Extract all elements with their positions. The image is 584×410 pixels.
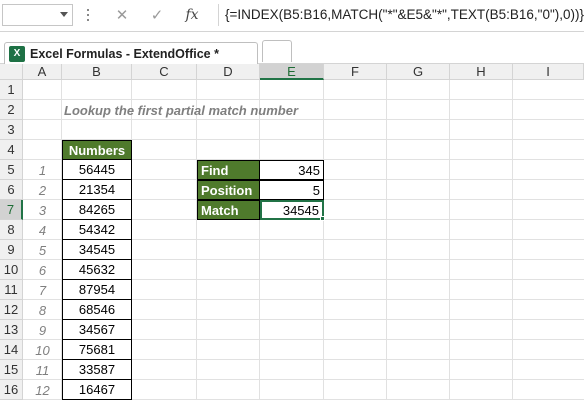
workbook-tab-label: Excel Formulas - ExtendOffice * [30, 46, 219, 61]
row-header-4[interactable]: 4 [0, 140, 23, 160]
column-header-c[interactable]: C [132, 64, 197, 80]
row-header-7[interactable]: 7 [0, 200, 23, 220]
number-cell[interactable]: 68546 [62, 300, 132, 320]
gridline-vertical [259, 80, 260, 400]
column-header-d[interactable]: D [197, 64, 260, 80]
row-header-12[interactable]: 12 [0, 300, 23, 320]
formula-input[interactable]: {=INDEX(B5:B16,MATCH("*"&E5&"*",TEXT(B5:… [218, 4, 584, 26]
column-header-e[interactable]: E [260, 64, 324, 80]
index-cell[interactable]: 4 [23, 220, 62, 240]
gridline-vertical [512, 80, 513, 400]
index-cell[interactable]: 5 [23, 240, 62, 260]
number-cell[interactable]: 87954 [62, 280, 132, 300]
excel-icon: X [9, 45, 25, 62]
fill-handle[interactable] [320, 216, 325, 221]
number-cell[interactable]: 34567 [62, 320, 132, 340]
index-cell[interactable]: 9 [23, 320, 62, 340]
lookup-value-find[interactable]: 345 [260, 160, 324, 180]
name-box-dropdown-icon[interactable] [60, 12, 68, 17]
formula-bar-grip-icon[interactable] [86, 6, 90, 24]
number-cell[interactable]: 75681 [62, 340, 132, 360]
formula-bar: ✕ ✓ fx {=INDEX(B5:B16,MATCH("*"&E5&"*",T… [0, 0, 584, 32]
index-cell[interactable]: 2 [23, 180, 62, 200]
numbers-header[interactable]: Numbers [62, 140, 132, 160]
new-tab-button[interactable] [262, 40, 292, 62]
row-header-9[interactable]: 9 [0, 240, 23, 260]
index-cell[interactable]: 10 [23, 340, 62, 360]
number-cell[interactable]: 16467 [62, 380, 132, 400]
index-cell[interactable]: 7 [23, 280, 62, 300]
number-cell[interactable]: 56445 [62, 160, 132, 180]
row-header-1[interactable]: 1 [0, 80, 23, 100]
number-cell[interactable]: 34545 [62, 240, 132, 260]
lookup-label-position[interactable]: Position [197, 180, 260, 200]
index-cell[interactable]: 3 [23, 200, 62, 220]
column-header-b[interactable]: B [62, 64, 132, 80]
column-header-h[interactable]: H [450, 64, 513, 80]
sheet-title: Lookup the first partial match number [64, 102, 299, 118]
row-header-8[interactable]: 8 [0, 220, 23, 240]
name-box[interactable] [2, 4, 73, 26]
column-header-i[interactable]: I [513, 64, 584, 80]
row-header-16[interactable]: 16 [0, 380, 23, 400]
spreadsheet-grid[interactable]: A B C D E F G H I 1 2 3 4 5 6 7 8 9 10 11 12 13 14 15 16 Lookup t… [0, 64, 584, 410]
gridline-vertical [449, 80, 450, 400]
column-header-a[interactable]: A [23, 64, 62, 80]
gridline-vertical [386, 80, 387, 400]
row-header-13[interactable]: 13 [0, 320, 23, 340]
gridline-vertical [196, 80, 197, 400]
number-cell[interactable]: 33587 [62, 360, 132, 380]
column-header-g[interactable]: G [387, 64, 450, 80]
workbook-tab[interactable]: X Excel Formulas - ExtendOffice * [4, 42, 258, 64]
enter-icon[interactable]: ✓ [145, 4, 169, 26]
index-cell[interactable]: 12 [23, 380, 62, 400]
row-header-6[interactable]: 6 [0, 180, 23, 200]
row-header-10[interactable]: 10 [0, 260, 23, 280]
row-header-2[interactable]: 2 [0, 100, 23, 120]
workbook-tab-bar: X Excel Formulas - ExtendOffice * [0, 32, 584, 64]
number-cell[interactable]: 84265 [62, 200, 132, 220]
number-cell[interactable]: 54342 [62, 220, 132, 240]
column-header-f[interactable]: F [324, 64, 387, 80]
row-header-14[interactable]: 14 [0, 340, 23, 360]
row-header-15[interactable]: 15 [0, 360, 23, 380]
row-header-3[interactable]: 3 [0, 120, 23, 140]
index-cell[interactable]: 6 [23, 260, 62, 280]
lookup-value-position[interactable]: 5 [260, 180, 324, 200]
row-header-5[interactable]: 5 [0, 160, 23, 180]
index-cell[interactable]: 11 [23, 360, 62, 380]
cancel-icon[interactable]: ✕ [110, 4, 134, 26]
index-cell[interactable]: 8 [23, 300, 62, 320]
lookup-value-match[interactable]: 34545 [260, 200, 324, 220]
number-cell[interactable]: 45632 [62, 260, 132, 280]
insert-function-button[interactable]: fx [180, 4, 204, 26]
number-cell[interactable]: 21354 [62, 180, 132, 200]
lookup-label-match[interactable]: Match [197, 200, 260, 220]
gridline-vertical [323, 80, 324, 400]
index-cell[interactable]: 1 [23, 160, 62, 180]
select-all-corner[interactable] [0, 64, 23, 80]
row-header-11[interactable]: 11 [0, 280, 23, 300]
lookup-label-find[interactable]: Find [197, 160, 260, 180]
